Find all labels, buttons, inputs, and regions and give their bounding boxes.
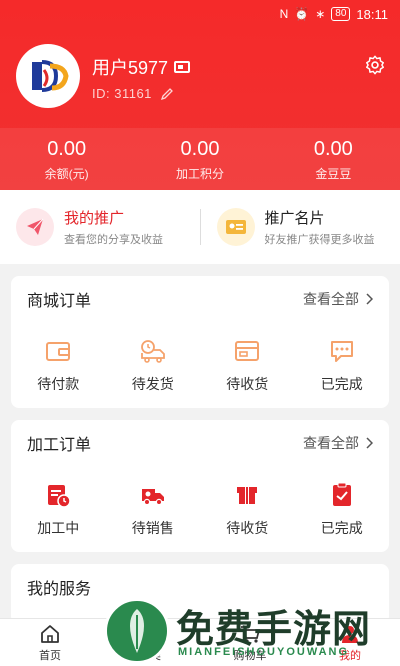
chat-bubble-icon (330, 341, 353, 362)
order-completed[interactable]: 已完成 (295, 336, 390, 394)
status-bar: N ⏰ ∗ 80 18:11 (0, 0, 400, 28)
promo-subtitle: 查看您的分享及收益 (64, 234, 163, 246)
order-status-label: 待收货 (226, 376, 269, 392)
user-id-text: ID: 31161 (92, 86, 152, 101)
site-watermark: 免费手游网 MIANFEISHOUYOUWANG (104, 596, 400, 666)
tab-label: 首页 (39, 649, 61, 662)
order-status-label: 待发货 (131, 376, 174, 392)
profile-header: N ⏰ ∗ 80 18:11 用户5977 ID: 31161 0.00 余额(… (0, 0, 400, 190)
watermark-subtext: MIANFEISHOUYOUWANG (178, 646, 350, 658)
package-card-icon (235, 341, 260, 361)
order-status-label: 待付款 (37, 376, 80, 392)
order-pending-payment[interactable]: 待付款 (11, 336, 106, 394)
processing-orders-header: 加工订单 查看全部 (11, 420, 389, 466)
alarm-icon: ⏰ (294, 7, 310, 21)
username: 用户5977 (92, 54, 191, 80)
processing-orders-grid: 加工中 待销售 待收货 已完成 (11, 480, 389, 538)
order-status-label: 加工中 (37, 520, 80, 536)
view-all-processing-orders-link[interactable]: 查看全部 (303, 433, 373, 453)
mall-orders-grid: 待付款 待发货 待收货 已完成 (11, 336, 389, 394)
bluetooth-icon: ∗ (315, 7, 326, 21)
stat-label: 金豆豆 (315, 166, 352, 181)
settings-gear-icon[interactable] (364, 54, 386, 76)
stat-value: 0.00 (313, 137, 353, 160)
chevron-right-icon (366, 293, 373, 305)
edit-icon[interactable] (160, 87, 174, 101)
view-all-label: 查看全部 (303, 435, 359, 451)
checklist-icon (332, 482, 351, 506)
process-clock-icon (48, 485, 71, 508)
order-status-label: 已完成 (320, 520, 363, 536)
order-pending-shipment[interactable]: 待发货 (106, 336, 201, 394)
chevron-right-icon (366, 437, 373, 449)
stats-bar: 0.00 余额(元) 0.00 加工积分 0.00 金豆豆 (0, 128, 400, 190)
mall-orders-header: 商城订单 查看全部 (11, 276, 389, 322)
stat-value: 0.00 (47, 137, 87, 160)
promo-title: 推广名片 (264, 210, 325, 227)
order-status-label: 待收货 (226, 520, 269, 536)
user-id: ID: 31161 (92, 86, 174, 101)
promo-bar: 我的推广 查看您的分享及收益 推广名片 好友推广获得更多收益 (0, 190, 400, 264)
promo-subtitle: 好友推广获得更多收益 (264, 234, 375, 246)
delivery-truck-icon (140, 340, 165, 363)
business-card-icon (216, 208, 255, 246)
stat-label: 余额(元) (44, 166, 89, 181)
order-processing[interactable]: 加工中 (11, 480, 106, 538)
promo-title: 我的推广 (64, 210, 125, 227)
order-pending-receipt-processing[interactable]: 待收货 (200, 480, 295, 538)
view-all-label: 查看全部 (303, 291, 359, 307)
status-time: 18:11 (356, 6, 388, 22)
mall-orders-card: 商城订单 查看全部 待付款 待发货 待收货 已完成 (11, 276, 389, 408)
box-icon (237, 487, 258, 504)
order-status-label: 待销售 (131, 520, 174, 536)
wallet-icon (46, 342, 71, 361)
stat-gold-beans[interactable]: 0.00 金豆豆 (267, 128, 400, 190)
section-title: 我的服务 (27, 581, 92, 598)
battery-indicator: 80 (331, 7, 351, 21)
avatar[interactable] (16, 44, 80, 108)
nfc-icon: N (279, 7, 289, 21)
order-completed-processing[interactable]: 已完成 (295, 480, 390, 538)
my-promotion-button[interactable]: 我的推广 查看您的分享及收益 (0, 207, 200, 247)
processing-orders-card: 加工订单 查看全部 加工中 待销售 待收货 已完成 (11, 420, 389, 552)
watermark-text: 免费手游网 (176, 606, 372, 651)
watermark-logo-icon (104, 598, 170, 664)
section-title: 加工订单 (27, 437, 92, 454)
section-title: 商城订单 (27, 293, 92, 310)
promotion-card-button[interactable]: 推广名片 好友推广获得更多收益 (201, 207, 400, 247)
paper-plane-icon (16, 208, 54, 246)
tab-home[interactable]: 首页 (0, 619, 100, 666)
member-card-icon[interactable] (174, 61, 191, 73)
order-status-label: 已完成 (320, 376, 363, 392)
order-pending-receipt[interactable]: 待收货 (200, 336, 295, 394)
order-pending-sale[interactable]: 待销售 (106, 480, 201, 538)
brand-logo-icon (32, 60, 69, 92)
stat-points[interactable]: 0.00 加工积分 (133, 128, 266, 190)
truck-icon (141, 489, 164, 506)
view-all-mall-orders-link[interactable]: 查看全部 (303, 289, 373, 309)
username-text: 用户5977 (92, 58, 169, 78)
stat-value: 0.00 (180, 137, 220, 160)
stat-balance[interactable]: 0.00 余额(元) (0, 128, 133, 190)
home-icon (41, 624, 59, 643)
stat-label: 加工积分 (175, 166, 224, 181)
